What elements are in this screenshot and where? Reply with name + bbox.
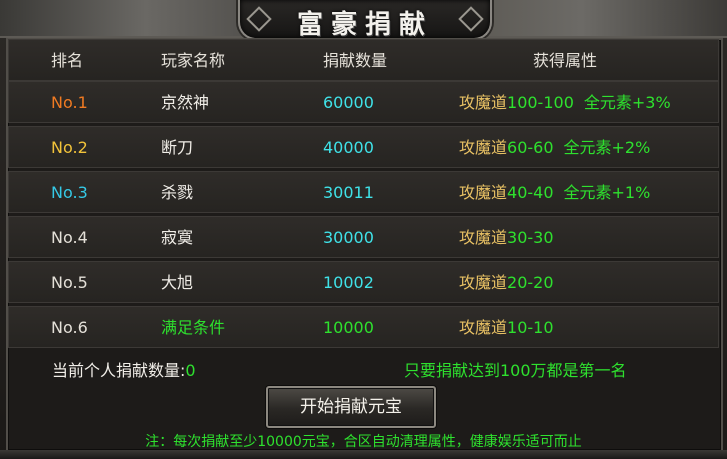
attribute-label: 攻魔道 [459,138,508,157]
donation-amount: 30000 [323,228,374,247]
table-row: No.3 杀戮 30011 攻魔道40-40 全元素+1% [8,171,719,213]
attribute-reward: 攻魔道60-60 全元素+2% [459,127,650,169]
donation-amount: 40000 [323,138,374,157]
attribute-value: 30-30 [507,228,554,247]
attribute-reward: 攻魔道20-20 [459,262,554,304]
attribute-reward: 攻魔道30-30 [459,217,554,259]
element-bonus: 全元素+1% [563,183,651,202]
donation-amount: 60000 [323,93,374,112]
table-row: No.4 寂寞 30000 攻魔道30-30 [8,216,719,258]
header-rank: 排名 [51,51,84,70]
donation-hint: 只要捐献达到100万都是第一名 [404,361,627,380]
attribute-value: 100-100 [507,93,574,112]
element-bonus: 全元素+3% [583,93,671,112]
donation-window: 富豪捐献 排名 玩家名称 捐献数量 获得属性 No.1 京然神 60000 攻魔道10… [0,0,727,459]
attribute-label: 攻魔道 [459,273,508,292]
attribute-value: 40-40 [507,183,554,202]
table-row: No.6 满足条件 10000 攻魔道10-10 [8,306,719,348]
start-donate-button[interactable]: 开始捐献元宝 [266,386,436,428]
header-attributes: 获得属性 [533,51,598,70]
rank-label: No.5 [51,273,88,292]
header-player-name: 玩家名称 [161,51,226,70]
table-row: No.1 京然神 60000 攻魔道100-100 全元素+3% [8,81,719,123]
attribute-value: 20-20 [507,273,554,292]
attribute-value: 60-60 [507,138,554,157]
donation-amount: 30011 [323,183,374,202]
current-donation-label: 当前个人捐献数量: [52,361,186,380]
attribute-label: 攻魔道 [459,318,508,337]
element-bonus: 全元素+2% [563,138,651,157]
donation-amount: 10002 [323,273,374,292]
rank-label: No.6 [51,318,88,337]
current-donation: 当前个人捐献数量:0 [52,357,196,381]
attribute-reward: 攻魔道10-10 [459,307,554,349]
rank-label: No.3 [51,183,88,202]
attribute-label: 攻魔道 [459,93,508,112]
attribute-reward: 攻魔道100-100 全元素+3% [459,82,671,124]
attribute-label: 攻魔道 [459,183,508,202]
donation-amount: 10000 [323,318,374,337]
header-amount: 捐献数量 [323,51,388,70]
table-row: No.5 大旭 10002 攻魔道20-20 [8,261,719,303]
attribute-value: 10-10 [507,318,554,337]
current-donation-value: 0 [185,361,196,380]
player-name: 大旭 [161,273,194,292]
rank-label: No.2 [51,138,88,157]
player-name: 断刀 [161,138,194,157]
player-name: 京然神 [161,93,210,112]
attribute-label: 攻魔道 [459,228,508,247]
donation-note: 注：每次捐献至少10000元宝，合区自动清理属性，健康娱乐适可而止 [145,434,582,450]
title-plate: 富豪捐献 [238,0,492,40]
rank-label: No.4 [51,228,88,247]
table-header: 排名 玩家名称 捐献数量 获得属性 [8,39,719,81]
window-title: 富豪捐献 [296,10,433,40]
bottom-edge [0,450,727,459]
attribute-reward: 攻魔道40-40 全元素+1% [459,172,650,214]
rank-label: No.1 [51,93,88,112]
player-name: 寂寞 [161,228,194,247]
table-row: No.2 断刀 40000 攻魔道60-60 全元素+2% [8,126,719,168]
player-name: 杀戮 [161,183,194,202]
player-name: 满足条件 [161,318,226,337]
